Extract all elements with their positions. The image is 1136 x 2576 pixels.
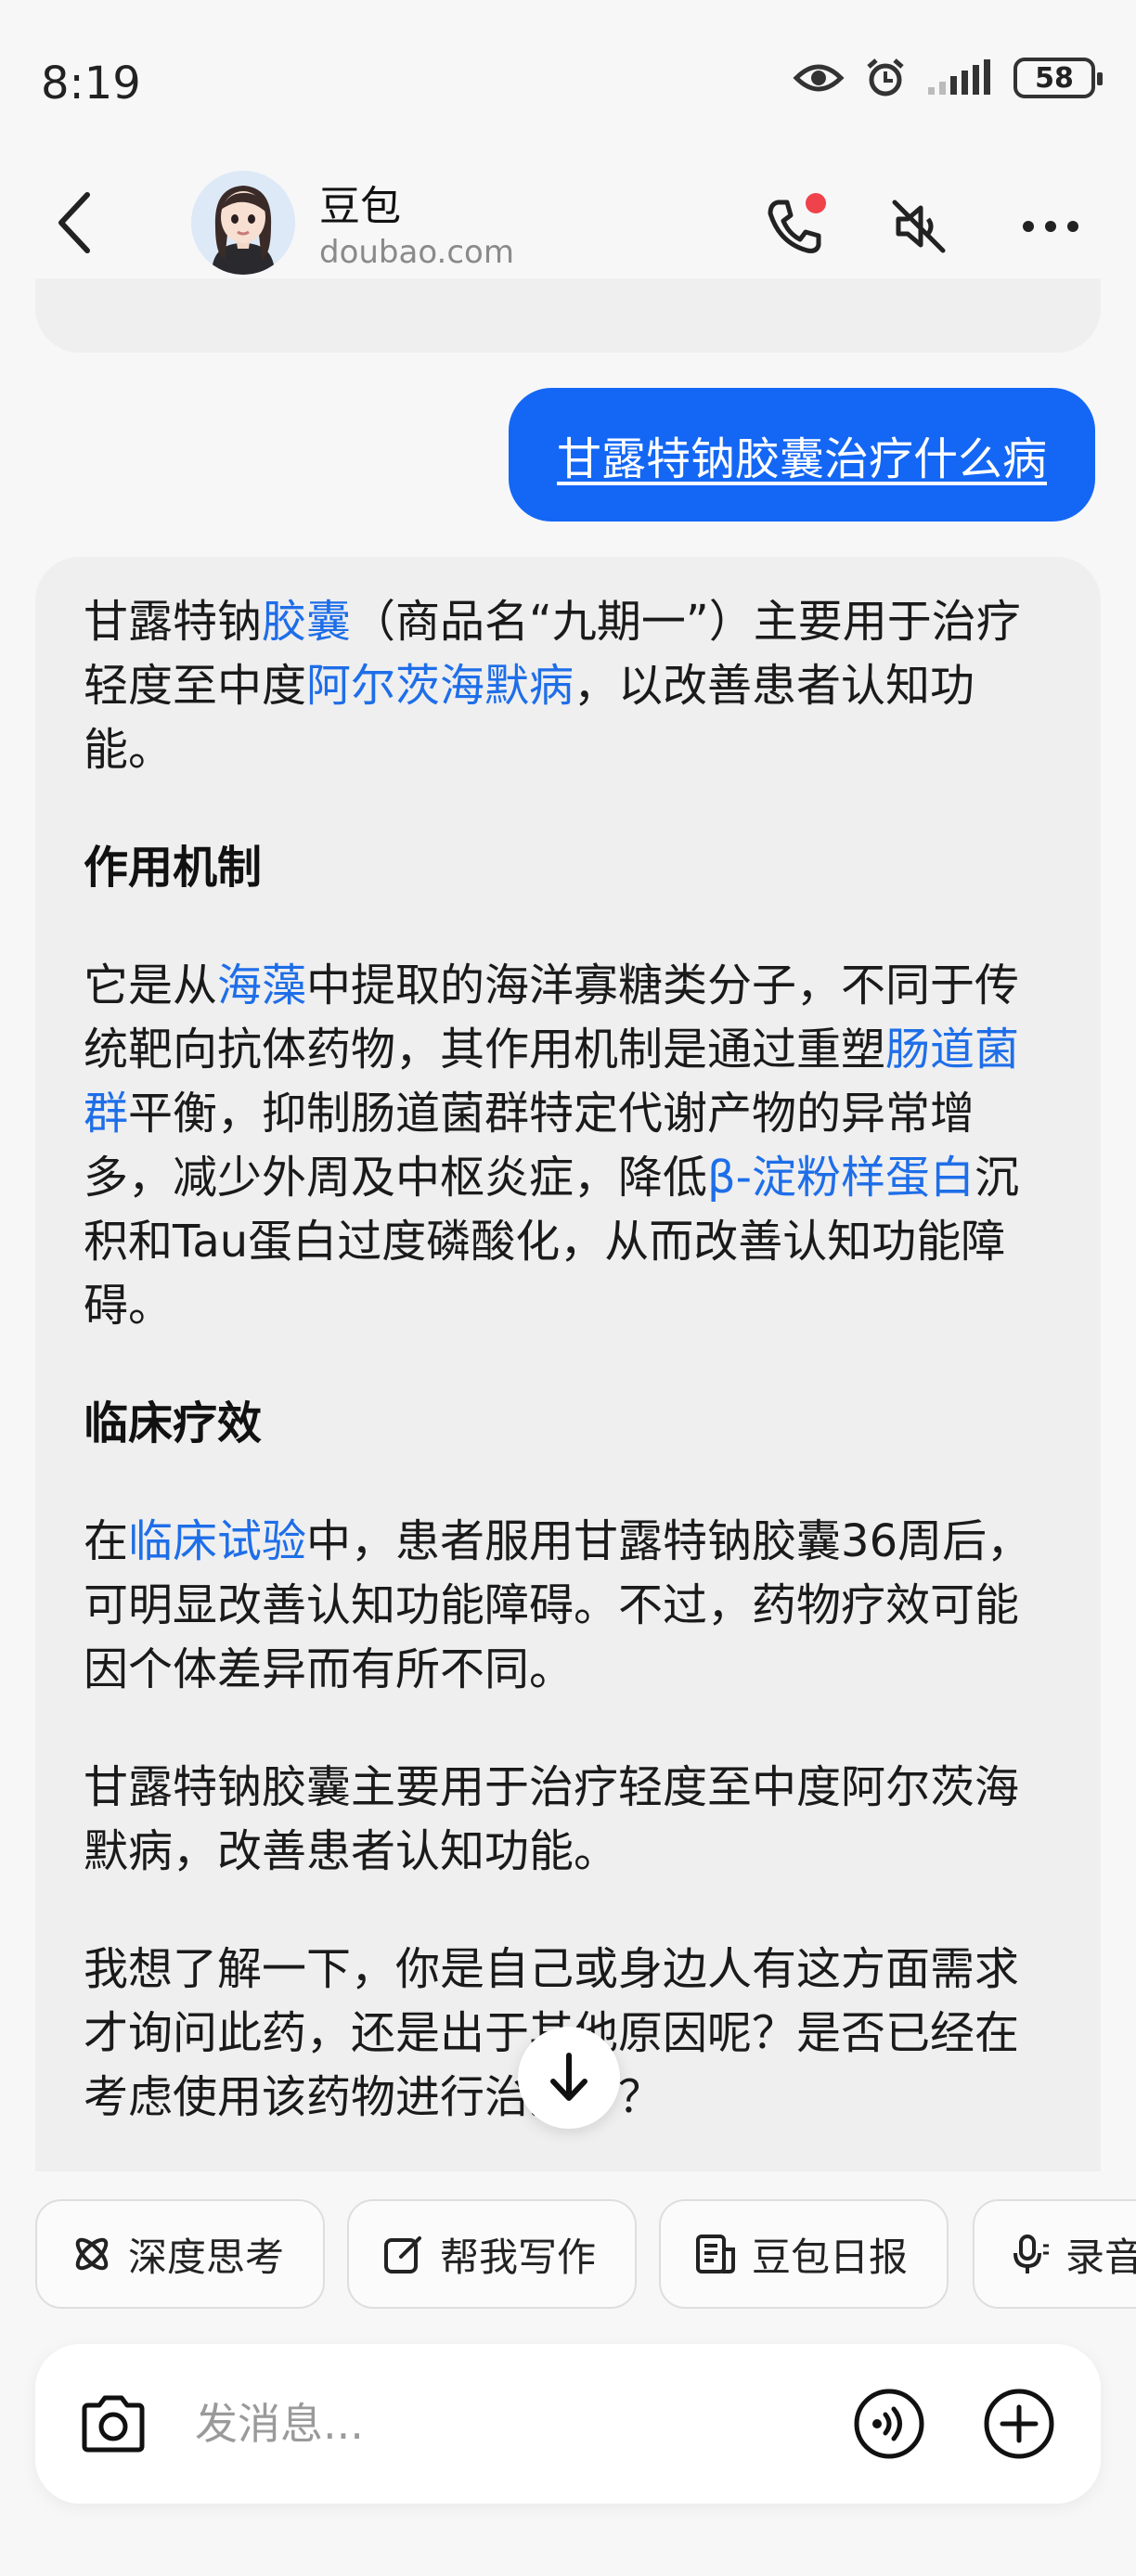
bot-domain: doubao.com	[319, 234, 514, 271]
ai-mechanism-paragraph: 它是从海藻中提取的海洋寡糖类分子，不同于传统靶向抗体药物，其作用机制是通过重塑肠…	[84, 954, 1052, 1338]
chip-daily-news[interactable]: 豆包日报	[659, 2199, 949, 2309]
section-title-mechanism: 作用机制	[84, 842, 263, 894]
user-message-text[interactable]: 甘露特钠胶囊治疗什么病	[557, 422, 1047, 487]
battery-level: 58	[1035, 61, 1074, 95]
newspaper-icon	[696, 2235, 735, 2273]
speaker-muted-icon	[892, 200, 946, 253]
avatar[interactable]	[191, 171, 295, 275]
link-alzheimers[interactable]: 阿尔茨海默病	[306, 660, 574, 712]
text-run: 在	[84, 1515, 129, 1567]
ai-message-bubble: 甘露特钠胶囊（商品名“九期一”）主要用于治疗轻度至中度阿尔茨海默病，以改善患者认…	[35, 557, 1101, 2171]
more-button[interactable]	[1013, 189, 1088, 264]
voice-call-button[interactable]	[852, 2387, 926, 2461]
more-icon	[1023, 221, 1078, 232]
notification-dot	[806, 193, 826, 213]
chip-label: 深度思考	[128, 2234, 285, 2280]
mute-button[interactable]	[882, 189, 956, 264]
chip-label: 录音	[1065, 2234, 1136, 2280]
status-time: 8:19	[41, 58, 141, 109]
text-run: 它是从	[84, 960, 218, 1011]
ai-efficacy-paragraph: 在临床试验中，患者服用甘露特钠胶囊36周后，可明显改善认知功能障碍。不过，药物疗…	[84, 1510, 1052, 1702]
message-input-bar	[35, 2344, 1101, 2504]
camera-icon	[82, 2395, 145, 2453]
microphone-icon	[1013, 2235, 1049, 2273]
previous-message-bubble	[35, 278, 1101, 353]
section-title-efficacy: 临床疗效	[84, 1397, 263, 1449]
camera-button[interactable]	[76, 2387, 150, 2461]
ai-summary: 甘露特钠胶囊主要用于治疗轻度至中度阿尔茨海默病，改善患者认知功能。	[84, 1761, 1020, 1877]
chip-label: 豆包日报	[752, 2234, 909, 2280]
battery-icon: 58	[1013, 58, 1103, 98]
chip-deep-thinking[interactable]: 深度思考	[35, 2199, 325, 2309]
chip-writing[interactable]: 帮我写作	[347, 2199, 637, 2309]
eye-icon	[793, 59, 845, 97]
quick-action-chips: 深度思考 帮我写作 豆包日报 录音	[0, 2171, 1136, 2311]
ai-intro: 甘露特钠胶囊（商品名“九期一”）主要用于治疗轻度至中度阿尔茨海默病，以改善患者认…	[84, 590, 1052, 782]
chip-label: 帮我写作	[440, 2234, 597, 2280]
signal-icon	[926, 59, 993, 97]
arrow-down-icon	[550, 2053, 587, 2101]
text-run: 甘露特钠	[84, 596, 263, 648]
link-clinical-trial[interactable]: 临床试验	[128, 1515, 306, 1567]
chip-recording[interactable]: 录音	[973, 2199, 1136, 2309]
plus-circle-icon	[984, 2389, 1054, 2459]
edit-icon	[384, 2236, 421, 2273]
call-button[interactable]	[757, 189, 832, 264]
scroll-to-bottom-button[interactable]	[518, 2027, 620, 2129]
link-beta-amyloid[interactable]: β-淀粉样蛋白	[707, 1152, 975, 1204]
alarm-icon	[865, 58, 906, 98]
message-input[interactable]	[195, 2387, 845, 2461]
chat-header: 豆包 doubao.com	[0, 167, 1136, 297]
voice-wave-icon	[854, 2389, 924, 2459]
bot-name: 豆包	[319, 183, 401, 230]
link-seaweed[interactable]: 海藻	[217, 960, 306, 1011]
status-icons: 58	[793, 58, 1103, 98]
chevron-left-icon	[58, 192, 90, 253]
link-capsule[interactable]: 胶囊	[262, 596, 351, 648]
status-bar: 8:19 58	[0, 0, 1136, 167]
add-attachment-button[interactable]	[982, 2387, 1056, 2461]
atom-icon	[75, 2237, 109, 2271]
user-message-bubble[interactable]: 甘露特钠胶囊治疗什么病	[508, 388, 1095, 522]
back-button[interactable]	[41, 189, 108, 256]
